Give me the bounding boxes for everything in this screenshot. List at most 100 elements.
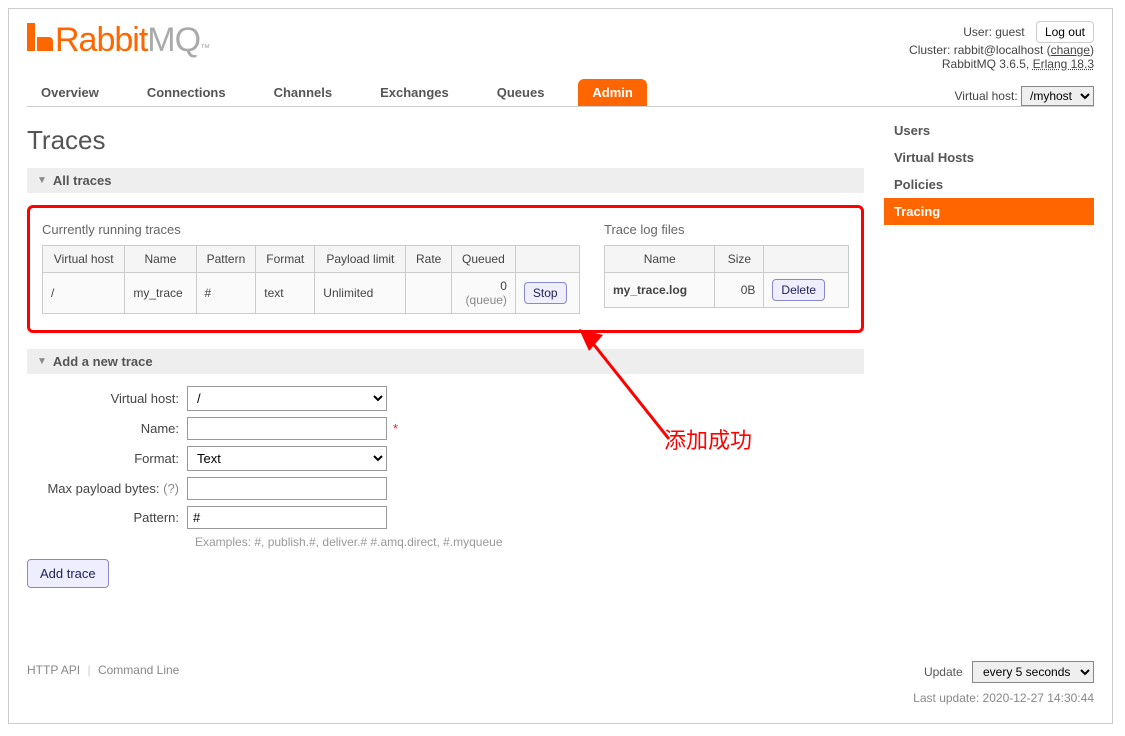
section-add-trace[interactable]: ▼ Add a new trace — [27, 349, 864, 374]
logo-tm: ™ — [200, 43, 210, 54]
user-name: guest — [995, 25, 1024, 39]
rabbitmq-version: RabbitMQ 3.6.5, — [942, 57, 1029, 71]
logfiles-heading: Trace log files — [604, 222, 849, 237]
cell-action: Stop — [515, 273, 579, 314]
form-maxpayload-input[interactable] — [187, 477, 387, 500]
table-row: my_trace.log 0B Delete — [605, 273, 849, 308]
sidebar-item-tracing[interactable]: Tracing — [884, 198, 1094, 225]
footer-status: Update every 5 seconds Last update: 2020… — [913, 661, 1094, 705]
table-header-row: Virtual host Name Pattern Format Payload… — [43, 246, 580, 273]
tables-row: Currently running traces Virtual host Na… — [42, 218, 849, 314]
footer-separator: | — [87, 663, 90, 677]
logfiles-table: Name Size my_trace.log 0B Delete — [604, 245, 849, 308]
col-size: Size — [715, 246, 764, 273]
col-logname: Name — [605, 246, 715, 273]
footer-links: HTTP API | Command Line — [27, 663, 179, 677]
cell-queued: 0 (queue) — [451, 273, 515, 314]
tab-overview[interactable]: Overview — [27, 79, 113, 106]
cell-pattern: # — [196, 273, 256, 314]
logo-text-rabbit: Rabbit — [55, 21, 147, 60]
table-header-row: Name Size — [605, 246, 849, 273]
header-right: User: guest Log out Cluster: rabbit@loca… — [909, 21, 1094, 71]
highlight-box: Currently running traces Virtual host Na… — [27, 205, 864, 333]
form-format-label: Format: — [27, 451, 187, 466]
app-frame: RabbitMQ™ User: guest Log out Cluster: r… — [8, 8, 1113, 724]
form-name-label: Name: — [27, 421, 187, 436]
tab-exchanges[interactable]: Exchanges — [366, 79, 463, 106]
user-label: User: — [963, 25, 992, 39]
help-icon[interactable]: (?) — [163, 481, 179, 496]
header: RabbitMQ™ User: guest Log out Cluster: r… — [9, 9, 1112, 71]
table-row: / my_trace # text Unlimited 0 (queue) — [43, 273, 580, 314]
running-traces-panel: Currently running traces Virtual host Na… — [42, 218, 580, 314]
add-trace-form: Virtual host: / Name: * Format: Text Max… — [27, 386, 864, 588]
sidebar-item-vhosts[interactable]: Virtual Hosts — [884, 144, 1094, 171]
update-interval-select[interactable]: every 5 seconds — [972, 661, 1094, 683]
queued-sub: (queue) — [466, 293, 507, 307]
rabbitmq-logo-icon — [27, 23, 53, 51]
form-pattern-label: Pattern: — [27, 510, 187, 525]
main-tabs: Overview Connections Channels Exchanges … — [27, 79, 647, 106]
col-logactions — [764, 246, 849, 273]
vhost-label: Virtual host: — [955, 89, 1018, 103]
cluster-name: rabbit@localhost — [954, 43, 1044, 57]
cell-limit: Unlimited — [315, 273, 406, 314]
cell-rate — [406, 273, 451, 314]
cell-vhost: / — [43, 273, 125, 314]
tab-channels[interactable]: Channels — [260, 79, 347, 106]
col-rate: Rate — [406, 246, 451, 273]
running-traces-table: Virtual host Name Pattern Format Payload… — [42, 245, 580, 314]
col-pattern: Pattern — [196, 246, 256, 273]
vhost-selector-row: Virtual host: /myhost — [955, 86, 1095, 106]
sidebar: Users Virtual Hosts Policies Tracing — [884, 117, 1094, 588]
change-cluster-link[interactable]: change — [1051, 43, 1090, 57]
nav-row: Overview Connections Channels Exchanges … — [9, 71, 1112, 106]
running-traces-heading: Currently running traces — [42, 222, 580, 237]
erlang-version: Erlang 18.3 — [1033, 57, 1094, 71]
main-columns: Traces ▼ All traces Currently running tr… — [9, 107, 1112, 588]
tab-admin[interactable]: Admin — [578, 79, 646, 106]
tab-connections[interactable]: Connections — [133, 79, 240, 106]
stop-button[interactable]: Stop — [524, 282, 567, 304]
main-content: Traces ▼ All traces Currently running tr… — [27, 117, 864, 588]
add-trace-button[interactable]: Add trace — [27, 559, 109, 588]
sidebar-item-users[interactable]: Users — [884, 117, 1094, 144]
form-vhost-select[interactable]: / — [187, 386, 387, 411]
col-actions — [515, 246, 579, 273]
queued-count: 0 — [500, 279, 507, 293]
form-vhost-label: Virtual host: — [27, 391, 187, 406]
http-api-link[interactable]: HTTP API — [27, 663, 80, 677]
cell-format: text — [256, 273, 315, 314]
logout-button[interactable]: Log out — [1036, 21, 1094, 43]
form-maxpayload-label: Max payload bytes: (?) — [27, 481, 187, 496]
cell-logname[interactable]: my_trace.log — [605, 273, 715, 308]
col-payload-limit: Payload limit — [315, 246, 406, 273]
form-pattern-input[interactable] — [187, 506, 387, 529]
logfiles-panel: Trace log files Name Size my_trace.log 0… — [604, 218, 849, 314]
update-label: Update — [924, 665, 963, 679]
section-all-traces[interactable]: ▼ All traces — [27, 168, 864, 193]
required-marker: * — [393, 421, 398, 436]
disclosure-down-icon: ▼ — [37, 175, 47, 186]
vhost-select[interactable]: /myhost — [1021, 86, 1094, 106]
logo-text-mq: MQ — [147, 21, 200, 60]
cluster-label: Cluster: — [909, 43, 950, 57]
disclosure-down-icon: ▼ — [37, 356, 47, 367]
tab-queues[interactable]: Queues — [483, 79, 559, 106]
sidebar-item-policies[interactable]: Policies — [884, 171, 1094, 198]
col-name: Name — [125, 246, 196, 273]
page-title: Traces — [27, 125, 864, 156]
cell-name: my_trace — [125, 273, 196, 314]
pattern-examples: Examples: #, publish.#, deliver.# #.amq.… — [195, 535, 864, 549]
section-all-traces-label: All traces — [53, 173, 112, 188]
section-add-trace-label: Add a new trace — [53, 354, 153, 369]
command-line-link[interactable]: Command Line — [98, 663, 179, 677]
col-format: Format — [256, 246, 315, 273]
cell-size: 0B — [715, 273, 764, 308]
last-update: Last update: 2020-12-27 14:30:44 — [913, 691, 1094, 705]
sidebar-list: Users Virtual Hosts Policies Tracing — [884, 117, 1094, 225]
form-format-select[interactable]: Text — [187, 446, 387, 471]
form-name-input[interactable] — [187, 417, 387, 440]
cell-logaction: Delete — [764, 273, 849, 308]
delete-button[interactable]: Delete — [772, 279, 825, 301]
